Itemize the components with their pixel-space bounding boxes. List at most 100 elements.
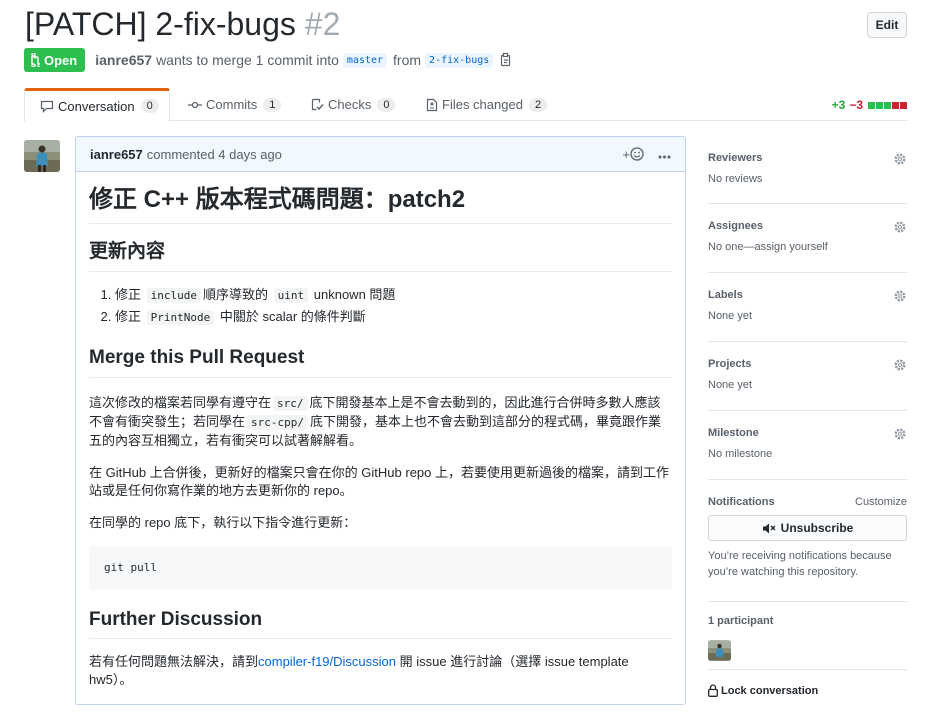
section-heading-updates: 更新內容 <box>89 240 672 272</box>
inline-code: PrintNode <box>146 309 215 325</box>
inline-code: src-cpp/ <box>247 414 308 430</box>
item-text: 順序導致的 <box>203 286 269 302</box>
instruction-paragraph: 在同學的 repo 底下，執行以下指令進行更新： <box>89 514 357 530</box>
diffstat-block <box>876 101 883 109</box>
diffstat-block <box>900 101 907 109</box>
sidebar-title: Reviewers <box>708 152 763 164</box>
tab-conversation[interactable]: Conversation 0 <box>24 88 170 122</box>
pr-title-text: [PATCH] 2-fix-bugs <box>25 6 296 42</box>
file-diff-icon <box>426 98 438 111</box>
sidebar-title: Labels <box>708 289 743 301</box>
inline-code: include <box>146 287 201 303</box>
para-text: 這次修改的檔案若同學有遵守在 <box>89 394 272 410</box>
add-reaction-button[interactable]: + <box>622 147 644 162</box>
discussion-paragraph: 若有任何問題無法解決，請到compiler-f19/Discussion 開 i… <box>89 653 672 689</box>
sidebar-title: 1 participant <box>708 615 774 627</box>
unsubscribe-button[interactable]: Unsubscribe <box>708 515 907 541</box>
base-branch[interactable]: master <box>342 52 388 68</box>
avatar[interactable] <box>24 140 60 172</box>
comment-box: ianre657 commented 4 days ago + 修正 C++ 版… <box>75 136 686 705</box>
sidebar-participants: 1 participant <box>708 602 907 670</box>
section-heading-discussion: Further Discussion <box>89 608 672 640</box>
sidebar-projects[interactable]: Projects None yet <box>708 342 907 411</box>
gear-icon[interactable] <box>893 152 907 169</box>
lock-label: Lock conversation <box>721 684 819 697</box>
commit-icon <box>188 101 202 108</box>
inline-code: src/ <box>273 395 308 411</box>
tab-counter: 2 <box>528 97 548 112</box>
comment-author[interactable]: ianre657 <box>90 147 143 162</box>
sidebar-milestone[interactable]: Milestone No milestone <box>708 411 907 480</box>
plus-label: + <box>622 146 630 162</box>
merge-paragraph: 這次修改的檔案若同學有遵守在 src/底下開發基本上是不會去動到的，因此進行合併時… <box>89 394 672 450</box>
status-badge: Open <box>24 48 86 72</box>
pr-author-link[interactable]: ianre657 <box>95 52 152 68</box>
item-text: 修正 <box>115 286 142 302</box>
sidebar-lock: Lock conversation <box>708 670 907 697</box>
comment-icon <box>40 100 54 113</box>
tab-checks[interactable]: Checks 0 <box>311 88 396 121</box>
sidebar-reviewers[interactable]: Reviewers No reviews <box>708 136 907 204</box>
section-heading-merge: Merge this Pull Request <box>89 346 672 378</box>
checklist-icon <box>311 98 324 111</box>
github-paragraph: 在 GitHub 上合併後，更新好的檔案只會在你的 GitHub repo 上，… <box>89 464 669 498</box>
sidebar-title: Milestone <box>708 427 759 439</box>
diffstat: +3 −3 <box>832 98 907 112</box>
comment-timestamp[interactable]: commented 4 days ago <box>147 147 282 162</box>
item-text: 修正 <box>115 308 142 324</box>
deletions-count: −3 <box>849 98 863 112</box>
edit-button[interactable]: Edit <box>867 12 907 38</box>
sidebar-value: No reviews <box>708 173 763 185</box>
sidebar-assignees[interactable]: Assignees No one—assign yourself <box>708 204 907 273</box>
sidebar-title: Assignees <box>708 220 764 232</box>
gear-icon[interactable] <box>893 358 907 375</box>
unsubscribe-label: Unsubscribe <box>780 521 854 535</box>
para-text: hw5）。 <box>89 672 133 688</box>
tab-counter: 0 <box>140 99 159 113</box>
sidebar-title: Projects <box>708 358 752 370</box>
participant-avatar[interactable] <box>708 640 731 661</box>
sidebar-labels[interactable]: Labels None yet <box>708 273 907 342</box>
merge-text: wants to merge 1 commit into <box>156 52 339 68</box>
tab-commits[interactable]: Commits 1 <box>188 88 282 121</box>
lock-icon <box>708 684 718 697</box>
tab-counter: 0 <box>377 97 396 112</box>
pr-number: #2 <box>304 6 341 42</box>
lock-conversation-link[interactable]: Lock conversation <box>708 684 907 697</box>
pull-request-icon <box>31 53 40 67</box>
tab-files-changed[interactable]: Files changed 2 <box>426 88 548 121</box>
from-text: from <box>393 52 422 68</box>
tab-label: Files changed <box>442 97 523 112</box>
kebab-icon[interactable] <box>658 147 671 162</box>
gear-icon[interactable] <box>893 220 907 237</box>
item-text: 中關於 scalar 的條件判斷 <box>219 308 366 324</box>
customize-link[interactable]: Customize <box>855 496 907 508</box>
pr-meta: Open ianre657 wants to merge 1 commit in… <box>24 48 513 72</box>
comment-actions: + <box>622 147 671 162</box>
gear-icon[interactable] <box>893 427 907 444</box>
status-label: Open <box>44 52 78 68</box>
discussion-link[interactable]: compiler-f19/Discussion <box>258 654 396 669</box>
page-title: [PATCH] 2-fix-bugs #2 <box>25 6 340 43</box>
sidebar-value: None yet <box>708 310 753 322</box>
sidebar-value: No one—assign yourself <box>708 241 828 253</box>
tab-label: Checks <box>328 97 372 112</box>
comment-header: ianre657 commented 4 days ago + <box>76 137 685 172</box>
diffstat-block <box>868 101 875 109</box>
tab-label: Conversation <box>58 98 135 114</box>
additions-count: +3 <box>831 98 846 112</box>
head-branch[interactable]: 2-fix-bugs <box>425 52 494 68</box>
sidebar-notifications: Notifications Customize Unsubscribe You’… <box>708 480 907 602</box>
para-text: 開 issue 進行討論（選擇 issue template <box>399 654 629 670</box>
pr-tabs: Conversation 0 Commits 1 Checks 0 Files … <box>24 88 907 122</box>
comment-heading: 修正 C++ 版本程式碼問題：patch2 <box>89 184 672 225</box>
sidebar: Reviewers No reviews Assignees No one—as… <box>708 136 907 697</box>
diffstat-blocks <box>867 101 907 109</box>
clipboard-icon[interactable] <box>499 52 513 68</box>
gear-icon[interactable] <box>893 289 907 306</box>
mute-icon <box>762 523 776 533</box>
list-item: 修正 include順序導致的 uint unknown 問題 <box>115 284 672 306</box>
diffstat-block <box>892 101 899 109</box>
tab-label: Commits <box>206 97 258 112</box>
update-list: 修正 include順序導致的 uint unknown 問題 修正 Print… <box>115 284 672 328</box>
